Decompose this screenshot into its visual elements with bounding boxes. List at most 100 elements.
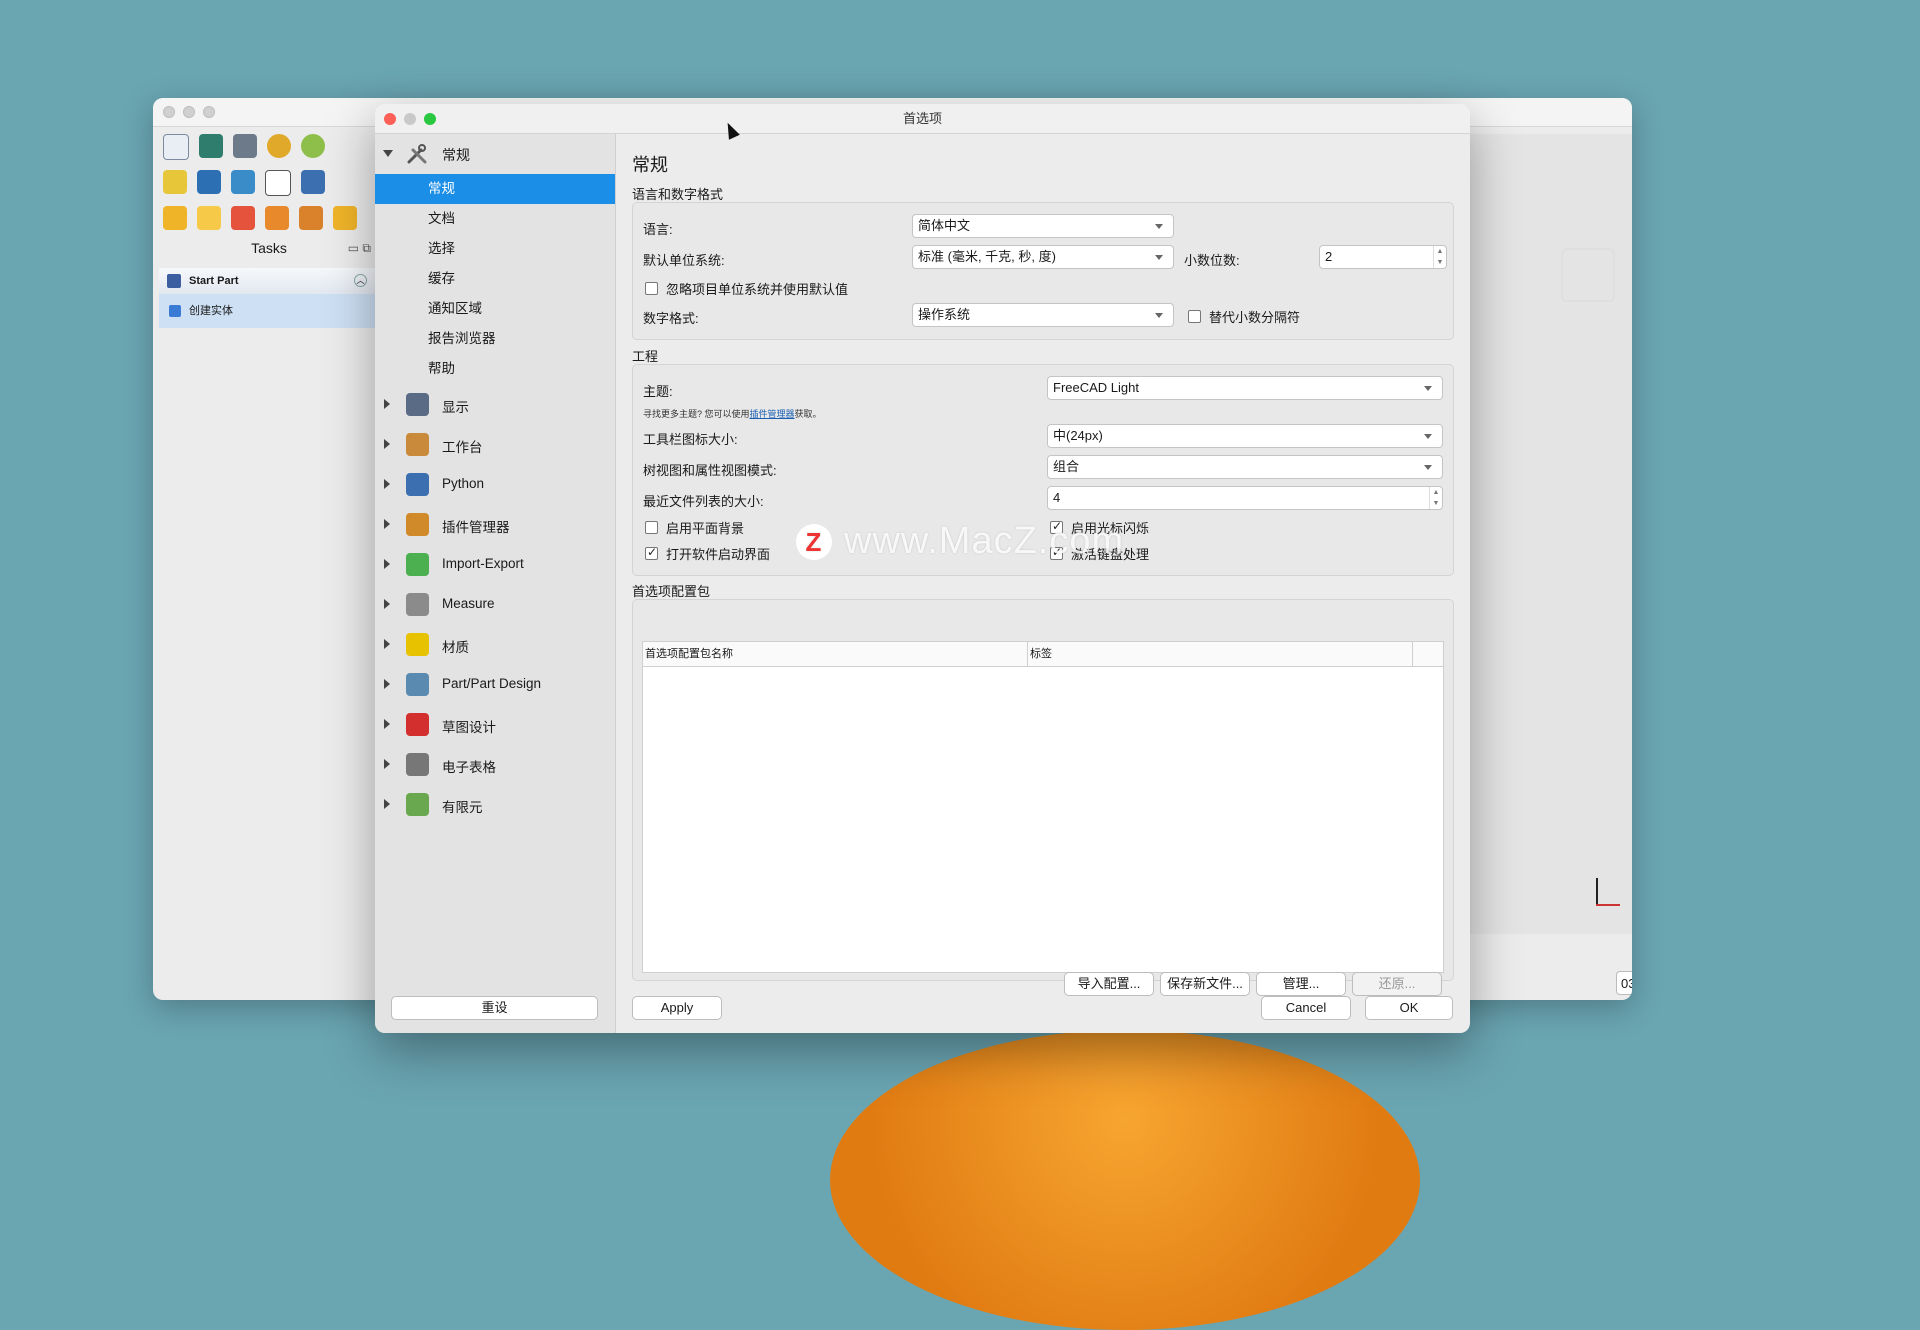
chamfer-icon[interactable]: [333, 206, 357, 230]
splash-screen-checkbox[interactable]: 打开软件启动界面: [645, 544, 770, 563]
flat-background-checkbox[interactable]: 启用平面背景: [645, 518, 744, 537]
redo-icon[interactable]: [301, 134, 325, 158]
main-minimize-button[interactable]: [183, 106, 195, 118]
dialog-zoom-button[interactable]: [424, 113, 436, 125]
expand-arrow-icon[interactable]: [384, 559, 390, 569]
background-orange: [830, 1030, 1420, 1330]
nav-group-spreadsheet[interactable]: 电子表格: [375, 744, 615, 784]
nav-group-label: Import-Export: [442, 556, 524, 571]
save-icon[interactable]: [233, 134, 257, 158]
cursor-blink-checkbox[interactable]: 启用光标闪烁: [1050, 518, 1149, 537]
main-close-button[interactable]: [163, 106, 175, 118]
main-zoom-button[interactable]: [203, 106, 215, 118]
expand-arrow-icon[interactable]: [384, 639, 390, 649]
navigation-cube-icon[interactable]: [1561, 248, 1615, 302]
expand-arrow-icon[interactable]: [384, 439, 390, 449]
nav-group-measure[interactable]: Measure: [375, 584, 615, 624]
nav-group-label: 电子表格: [442, 760, 496, 775]
preferences-nav: 常规 常规 文档 选择 缓存 通知区域 报告浏览器 帮助 显示工作台 Python…: [375, 134, 616, 1033]
fem-icon: [406, 793, 429, 816]
panel-float-icon[interactable]: ▭ ⧉: [348, 236, 371, 260]
expand-arrow-icon[interactable]: [384, 599, 390, 609]
nav-item-selection[interactable]: 选择: [375, 234, 615, 264]
save-new-button[interactable]: 保存新文件...: [1160, 972, 1250, 996]
dialog-minimize-button[interactable]: [404, 113, 416, 125]
ignore-project-units-checkbox[interactable]: 忽略项目单位系统并使用默认值: [645, 279, 848, 298]
pad-icon[interactable]: [163, 206, 187, 230]
nav-group-python[interactable]: Python: [375, 464, 615, 504]
task-group-title[interactable]: Start Part ︿: [159, 268, 375, 294]
ok-button[interactable]: OK: [1365, 996, 1453, 1020]
nav-item-document[interactable]: 文档: [375, 204, 615, 234]
nav-item-report-view[interactable]: 报告浏览器: [375, 324, 615, 354]
stepper-arrows-icon[interactable]: ▲ ▼: [1429, 487, 1442, 509]
dialog-close-button[interactable]: [384, 113, 396, 125]
nav-group-part-design[interactable]: Part/Part Design: [375, 664, 615, 704]
nav-group-addon-manager[interactable]: 插件管理器: [375, 504, 615, 544]
pocket-icon[interactable]: [231, 206, 255, 230]
cancel-button[interactable]: Cancel: [1261, 996, 1351, 1020]
expand-arrow-icon[interactable]: [384, 799, 390, 809]
column-pack-name[interactable]: 首选项配置包名称: [643, 642, 1028, 666]
nav-group-material[interactable]: 材质: [375, 624, 615, 664]
expand-arrow-icon[interactable]: [384, 519, 390, 529]
checkbox-box-checked[interactable]: [1050, 519, 1063, 534]
checkbox-box-checked[interactable]: [645, 545, 658, 560]
revolution-icon[interactable]: [197, 206, 221, 230]
fillet-icon[interactable]: [299, 206, 323, 230]
whats-this-icon[interactable]: [301, 170, 325, 194]
section-project-title: 工程: [632, 349, 659, 364]
activate-process-checkbox[interactable]: 激活键盘处理: [1050, 544, 1149, 563]
open-file-icon[interactable]: [199, 134, 223, 158]
reset-button[interactable]: 重设: [391, 996, 598, 1020]
macro-icon[interactable]: [265, 170, 291, 196]
checkbox-box[interactable]: [645, 282, 658, 295]
expand-arrow-icon[interactable]: [384, 399, 390, 409]
nav-group-sketcher[interactable]: 草图设计: [375, 704, 615, 744]
number-format-select[interactable]: 操作系统: [912, 303, 1174, 327]
collapse-icon[interactable]: ︿: [354, 274, 367, 287]
expand-arrow-icon[interactable]: [384, 479, 390, 489]
folder-icon[interactable]: [197, 170, 221, 194]
apply-button[interactable]: Apply: [632, 996, 722, 1020]
part-icon[interactable]: [163, 170, 187, 194]
manage-button[interactable]: 管理...: [1256, 972, 1346, 996]
nav-group-label: 显示: [442, 400, 469, 415]
checkbox-box[interactable]: [1188, 310, 1201, 323]
preference-packs-table[interactable]: 首选项配置包名称 标签: [642, 641, 1444, 973]
expand-arrow-icon[interactable]: [383, 150, 393, 157]
unit-system-select[interactable]: 标准 (毫米, 千克, 秒, 度): [912, 245, 1174, 269]
nav-group-import-export[interactable]: Import-Export: [375, 544, 615, 584]
expand-arrow-icon[interactable]: [384, 679, 390, 689]
language-select[interactable]: 简体中文: [912, 214, 1174, 238]
dimension-display[interactable]: 03 mm x 100.00 mm: [1616, 971, 1632, 995]
checkbox-box-checked[interactable]: [1050, 545, 1063, 560]
expand-arrow-icon[interactable]: [384, 759, 390, 769]
nav-item-notification-area[interactable]: 通知区域: [375, 294, 615, 324]
alt-decimal-separator-checkbox[interactable]: 替代小数分隔符: [1188, 307, 1300, 326]
task-item-create-body[interactable]: 创建实体: [159, 294, 375, 328]
link-icon[interactable]: [231, 170, 255, 194]
tree-view-mode-select[interactable]: 组合: [1047, 455, 1443, 479]
nav-item-general[interactable]: 常规: [375, 174, 615, 204]
undo-icon[interactable]: [267, 134, 291, 158]
expand-arrow-icon[interactable]: [384, 719, 390, 729]
nav-item-help[interactable]: 帮助: [375, 354, 615, 384]
groove-icon[interactable]: [265, 206, 289, 230]
new-file-icon[interactable]: [163, 134, 189, 160]
stepper-arrows-icon[interactable]: ▲ ▼: [1433, 246, 1446, 268]
nav-group-workbench[interactable]: 工作台: [375, 424, 615, 464]
language-group: 语言: 简体中文 默认单位系统: 标准 (毫米, 千克, 秒, 度) 小数位数:…: [632, 202, 1454, 340]
nav-group-fem[interactable]: 有限元: [375, 784, 615, 824]
nav-group-display[interactable]: 显示: [375, 384, 615, 424]
column-tag[interactable]: 标签: [1028, 642, 1413, 666]
nav-group-general[interactable]: 常规: [375, 134, 615, 174]
nav-item-cache[interactable]: 缓存: [375, 264, 615, 294]
checkbox-box[interactable]: [645, 521, 658, 534]
theme-select[interactable]: FreeCAD Light: [1047, 376, 1443, 400]
import-config-button[interactable]: 导入配置...: [1064, 972, 1154, 996]
addon-manager-link[interactable]: 插件管理器: [750, 409, 795, 419]
toolbar-icon-size-select[interactable]: 中(24px): [1047, 424, 1443, 448]
recent-files-spinbox[interactable]: 4 ▲ ▼: [1047, 486, 1443, 510]
decimals-spinbox[interactable]: 2 ▲ ▼: [1319, 245, 1447, 269]
